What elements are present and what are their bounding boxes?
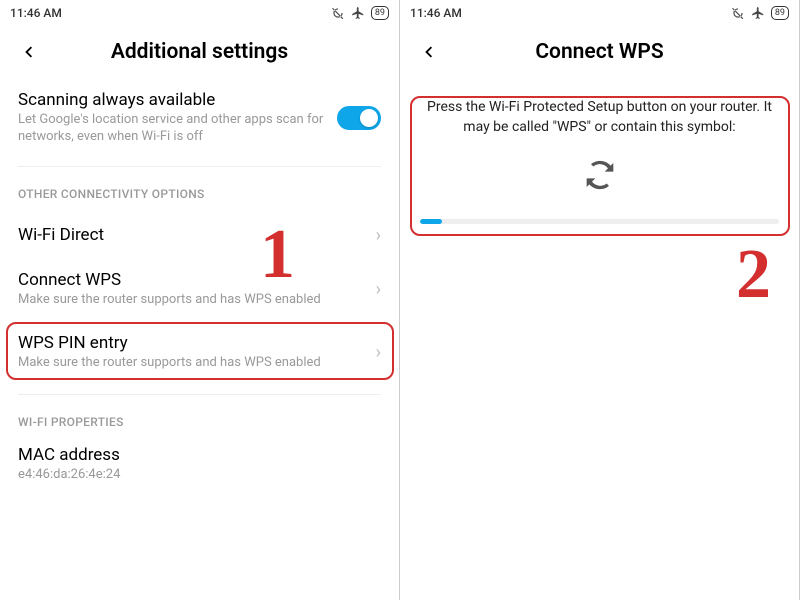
back-button[interactable] xyxy=(416,40,440,64)
wps-instruction-text: Press the Wi-Fi Protected Setup button o… xyxy=(420,98,779,137)
status-bar: 11:46 AM 89 xyxy=(0,0,399,26)
header: Additional settings xyxy=(0,26,399,86)
battery-indicator: 89 xyxy=(371,6,389,20)
status-time: 11:46 AM xyxy=(10,6,62,20)
page-title: Additional settings xyxy=(48,40,351,64)
chevron-left-icon xyxy=(417,41,439,63)
mac-address-row: MAC address e4:46:da:26:4e:24 xyxy=(0,439,399,484)
annotation-step-2: 2 xyxy=(736,235,771,315)
scanning-toggle[interactable] xyxy=(337,106,381,130)
screen-additional-settings: 11:46 AM 89 Additional settings Scanning… xyxy=(0,0,400,600)
chevron-right-icon: › xyxy=(376,279,381,300)
wps-sync-icon xyxy=(580,155,620,195)
wps-progress-fill xyxy=(420,219,442,224)
wifi-direct-label: Wi-Fi Direct xyxy=(18,225,366,245)
airplane-mode-icon xyxy=(751,6,765,20)
chevron-right-icon: › xyxy=(376,342,381,363)
battery-indicator: 89 xyxy=(771,6,789,20)
scanning-title: Scanning always available xyxy=(18,90,325,110)
wps-pin-entry-row[interactable]: WPS PIN entry Make sure the router suppo… xyxy=(0,319,399,386)
page-title: Connect WPS xyxy=(448,40,751,64)
status-bar: 11:46 AM 89 xyxy=(400,0,799,26)
header: Connect WPS xyxy=(400,26,799,86)
wifi-direct-row[interactable]: Wi-Fi Direct › xyxy=(0,211,399,260)
wps-progress-bar xyxy=(420,219,779,224)
chevron-right-icon: › xyxy=(376,225,381,246)
wps-instruction-card: Press the Wi-Fi Protected Setup button o… xyxy=(400,86,799,236)
chevron-left-icon xyxy=(17,41,39,63)
screen-connect-wps: 11:46 AM 89 Connect WPS Press the Wi-Fi … xyxy=(400,0,800,600)
alarm-off-icon xyxy=(331,6,345,20)
back-button[interactable] xyxy=(16,40,40,64)
wps-pin-sub: Make sure the router supports and has WP… xyxy=(18,355,366,372)
airplane-mode-icon xyxy=(351,6,365,20)
status-time: 11:46 AM xyxy=(410,6,462,20)
connect-wps-sub: Make sure the router supports and has WP… xyxy=(18,292,366,309)
alarm-off-icon xyxy=(731,6,745,20)
wps-pin-label: WPS PIN entry xyxy=(18,333,366,353)
connect-wps-label: Connect WPS xyxy=(18,270,366,290)
mac-address-value: e4:46:da:26:4e:24 xyxy=(18,467,371,484)
scanning-subtitle: Let Google's location service and other … xyxy=(18,112,325,146)
mac-address-label: MAC address xyxy=(18,445,371,465)
section-other-connectivity: OTHER CONNECTIVITY OPTIONS xyxy=(0,167,399,211)
connect-wps-row[interactable]: Connect WPS Make sure the router support… xyxy=(0,260,399,319)
scanning-always-available-row[interactable]: Scanning always available Let Google's l… xyxy=(0,86,399,166)
section-wifi-properties: WI-FI PROPERTIES xyxy=(0,395,399,439)
